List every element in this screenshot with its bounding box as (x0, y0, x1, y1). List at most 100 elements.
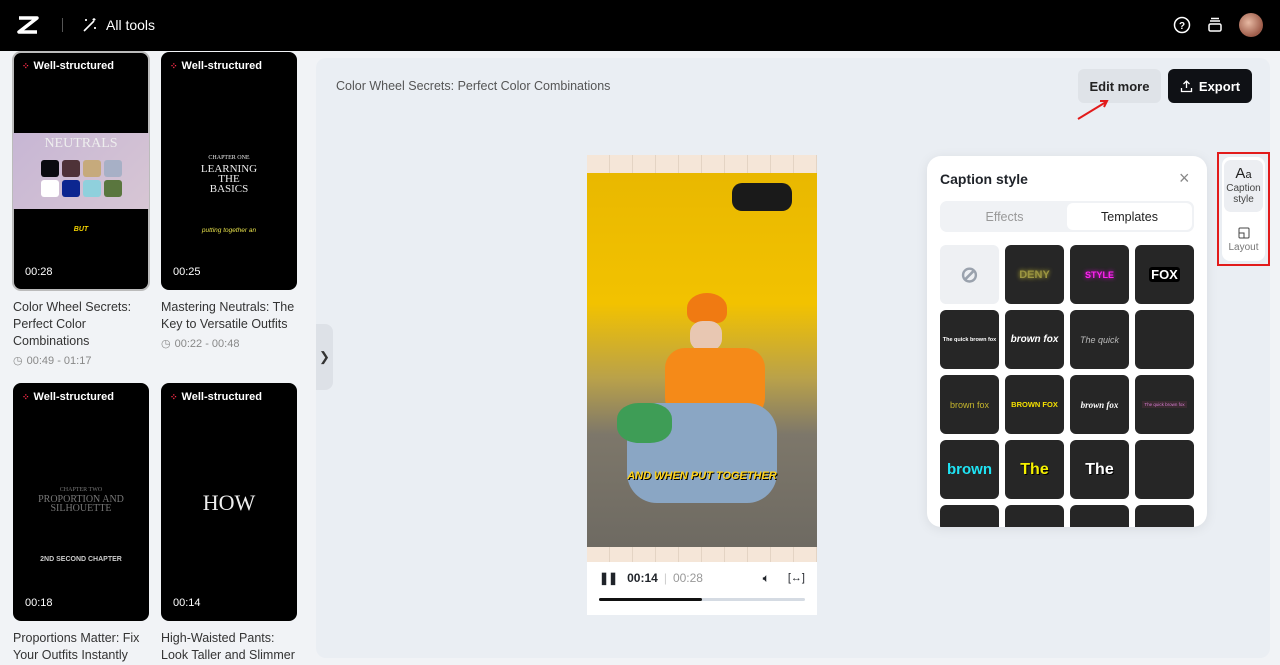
color-swatches (41, 160, 122, 197)
template-item[interactable]: brown fox (940, 375, 999, 434)
clip-list[interactable]: ⁘ Well-structured NEUTRALS BUT 00:28 Colo… (0, 51, 305, 665)
template-item[interactable]: brown fox (1005, 310, 1064, 369)
top-bar: All tools ? (0, 0, 1280, 51)
thumb-text: LEARNING THE BASICS (200, 163, 258, 195)
template-item[interactable] (1005, 505, 1064, 527)
badge-label: Well-structured (33, 60, 115, 72)
caption-style-panel: Caption style × Effects Templates ⊘ DENY… (927, 156, 1207, 527)
clip-range: ◷ 00:22 - 00:48 (161, 337, 297, 351)
template-preview: BROWN FOX (1011, 400, 1058, 409)
thumb-kicker: CHAPTER TWO (59, 487, 103, 493)
progress-bar[interactable] (599, 598, 805, 601)
total-time: 00:28 (672, 571, 703, 585)
thumb-text: NEUTRALS (44, 136, 118, 151)
range-label: 00:49 - 01:17 (26, 354, 92, 367)
template-preview: brown (947, 461, 992, 478)
badge-label: Well-structured (181, 391, 263, 403)
capcut-logo[interactable] (16, 15, 40, 35)
template-item[interactable] (1135, 505, 1194, 527)
fullscreen-icon[interactable]: [↔] (788, 572, 805, 584)
template-item[interactable] (1135, 440, 1194, 499)
clip-thumbnail[interactable]: ⁘ Well-structured HOW 00:14 (161, 383, 297, 621)
template-preview: brown fox (1010, 334, 1059, 345)
tab-effects[interactable]: Effects (942, 203, 1067, 230)
clip-title: Proportions Matter: Fix Your Outfits Ins… (13, 631, 140, 662)
clip-title: Mastering Neutrals: The Key to Versatile… (161, 300, 295, 331)
thumbnail-image: NEUTRALS (13, 133, 149, 209)
template-item[interactable]: DENY (1005, 245, 1064, 304)
clip-thumbnail[interactable]: ⁘ Well-structured NEUTRALS BUT 00:28 (12, 51, 150, 291)
export-icon (1180, 79, 1193, 92)
pause-icon[interactable]: ❚❚ (599, 571, 618, 585)
template-preview: DENY (1019, 268, 1050, 281)
template-none[interactable]: ⊘ (940, 245, 999, 304)
time-separator: | (663, 571, 667, 585)
clip-duration: 00:14 (173, 597, 201, 609)
template-item[interactable]: brown (940, 440, 999, 499)
template-item[interactable]: FOX (1135, 245, 1194, 304)
layers-icon[interactable] (1206, 16, 1224, 34)
clip-card[interactable]: ⁘ Well-structured CHAPTER ONE LEARNING TH… (161, 52, 297, 350)
clip-title: Color Wheel Secrets: Perfect Color Combi… (13, 300, 132, 348)
video-player[interactable]: AND WHEN PUT TOGETHER ❚❚ 00:14 | 00:28 🔈… (587, 155, 817, 615)
layout-tool[interactable]: Layout (1224, 227, 1263, 259)
annotation-arrow-icon (1077, 100, 1109, 120)
template-preview: The (1085, 460, 1114, 478)
template-item[interactable] (940, 505, 999, 527)
all-tools-button[interactable]: All tools (82, 17, 155, 33)
template-item[interactable]: The (1005, 440, 1064, 499)
clip-card[interactable]: ⁘ Well-structured NEUTRALS BUT 00:28 Colo… (12, 51, 150, 367)
no-style-icon: ⊘ (960, 261, 979, 287)
help-icon[interactable]: ? (1173, 16, 1191, 34)
collapse-sidebar-button[interactable]: ❯ (316, 324, 333, 390)
quality-badge: ⁘ Well-structured (22, 391, 114, 403)
sparkle-icon: ⁘ (170, 60, 178, 71)
clip-thumbnail[interactable]: ⁘ Well-structured CHAPTER ONE LEARNING TH… (161, 52, 297, 290)
text-style-icon: Aa (1235, 165, 1252, 182)
template-item[interactable]: The quick brown fox (940, 310, 999, 369)
template-preview: The quick (1079, 334, 1120, 345)
template-item[interactable]: The (1070, 440, 1129, 499)
clip-duration: 00:18 (25, 597, 53, 609)
video-frame: AND WHEN PUT TOGETHER (587, 155, 817, 562)
thumb-caption: 2ND SECOND CHAPTER (40, 556, 122, 563)
template-preview: brown fox (949, 399, 990, 410)
caption-style-tool[interactable]: Aa Caption style (1224, 160, 1263, 212)
close-icon[interactable]: × (1179, 168, 1190, 189)
layout-label: Layout (1228, 242, 1259, 253)
current-time: 00:14 (627, 571, 658, 585)
clock-icon: ◷ (13, 355, 23, 367)
avatar[interactable] (1239, 13, 1263, 37)
template-item[interactable]: The quick (1070, 310, 1129, 369)
template-item[interactable]: brown fox (1070, 375, 1129, 434)
template-grid: ⊘ DENY STYLE FOX The quick brown fox bro… (940, 245, 1194, 527)
tab-templates[interactable]: Templates (1067, 203, 1192, 230)
badge-label: Well-structured (181, 60, 263, 72)
clock-icon: ◷ (161, 338, 171, 350)
template-item[interactable]: BROWN FOX (1005, 375, 1064, 434)
panel-title: Caption style (940, 171, 1028, 187)
template-item[interactable]: The quick brown fox (1135, 375, 1194, 434)
clip-duration: 00:28 (25, 266, 53, 278)
quality-badge: ⁘ Well-structured (22, 60, 114, 72)
thumb-kicker: CHAPTER ONE (208, 155, 250, 161)
template-item[interactable]: STYLE (1070, 245, 1129, 304)
volume-icon[interactable]: 🔈︎ (763, 571, 770, 586)
template-item[interactable] (1135, 310, 1194, 369)
export-label: Export (1198, 78, 1241, 94)
export-button[interactable]: Export (1168, 69, 1252, 103)
quality-badge: ⁘ Well-structured (170, 391, 262, 403)
sparkle-icon: ⁘ (22, 60, 30, 71)
clip-thumbnail[interactable]: ⁘ Well-structured CHAPTER TWO PROPORTION … (13, 383, 149, 621)
template-preview: The quick brown fox (1142, 401, 1187, 408)
clip-card[interactable]: ⁘ Well-structured CHAPTER TWO PROPORTION … (13, 383, 149, 664)
edit-more-label: Edit more (1089, 78, 1150, 94)
template-preview: The (1020, 460, 1049, 478)
badge-label: Well-structured (33, 391, 115, 403)
template-item[interactable] (1070, 505, 1129, 527)
template-preview: STYLE (1084, 269, 1114, 280)
player-controls: ❚❚ 00:14 | 00:28 🔈︎ [↔] (599, 570, 805, 601)
thumb-text: HOW (202, 490, 256, 515)
clip-duration: 00:25 (173, 266, 201, 278)
clip-card[interactable]: ⁘ Well-structured HOW 00:14 High-Waisted … (161, 383, 297, 664)
